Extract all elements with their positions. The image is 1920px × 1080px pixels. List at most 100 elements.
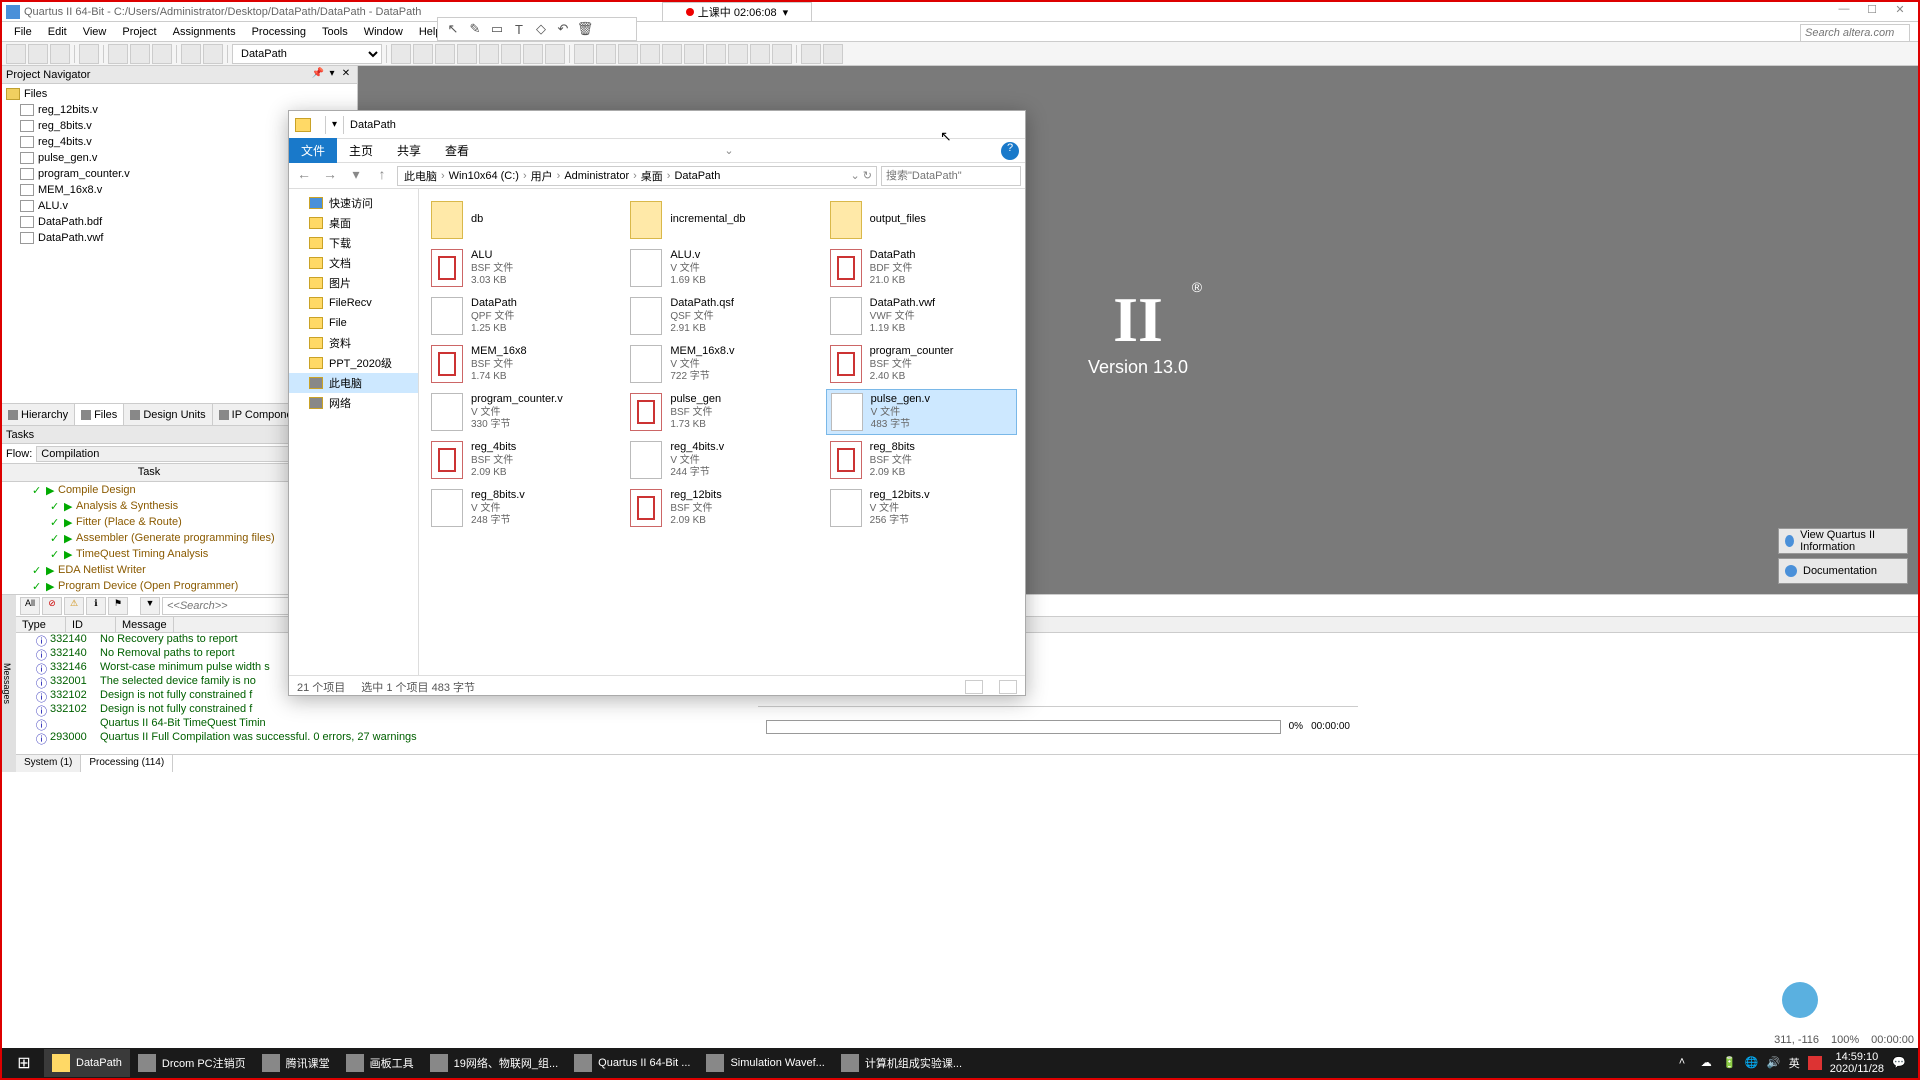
tool-q[interactable] bbox=[801, 44, 821, 64]
tool-e[interactable] bbox=[479, 44, 499, 64]
tray-up-icon[interactable]: ˄ bbox=[1679, 1056, 1693, 1070]
file-item[interactable]: MEM_16x8BSF 文件1.74 KB bbox=[427, 341, 618, 387]
sidebar-item[interactable]: 快速访问 bbox=[289, 193, 418, 213]
msg-all-button[interactable]: All bbox=[20, 597, 40, 615]
ribbon-share[interactable]: 共享 bbox=[385, 138, 433, 163]
help-button[interactable] bbox=[823, 44, 843, 64]
tree-root-files[interactable]: Files bbox=[4, 86, 355, 102]
sidebar-item[interactable]: 资料 bbox=[289, 333, 418, 353]
undo-icon[interactable]: ↶ bbox=[554, 20, 572, 38]
tool-h[interactable] bbox=[545, 44, 565, 64]
minimize-button[interactable]: — bbox=[1830, 3, 1858, 21]
taskbar-app[interactable]: Drcom PC注销页 bbox=[130, 1049, 254, 1077]
file-item[interactable]: DataPathBDF 文件21.0 KB bbox=[826, 245, 1017, 291]
sidebar-item[interactable]: 文档 bbox=[289, 253, 418, 273]
view-info-button[interactable]: View Quartus II Information bbox=[1778, 528, 1908, 554]
menu-project[interactable]: Project bbox=[114, 24, 164, 40]
file-item[interactable]: reg_4bits.vV 文件244 字节 bbox=[626, 437, 817, 483]
tool-k[interactable] bbox=[662, 44, 682, 64]
file-item[interactable]: reg_12bitsBSF 文件2.09 KB bbox=[626, 485, 817, 531]
nav-recent-button[interactable]: ▾ bbox=[345, 166, 367, 186]
file-item[interactable]: db bbox=[427, 197, 618, 243]
nav-back-button[interactable]: ← bbox=[293, 166, 315, 186]
tool-c[interactable] bbox=[435, 44, 455, 64]
nav-forward-button[interactable]: → bbox=[319, 166, 341, 186]
pointer-icon[interactable]: ↖ bbox=[444, 20, 462, 38]
msg-extra-button[interactable]: ⚑ bbox=[108, 597, 128, 615]
tray-battery-icon[interactable]: 🔋 bbox=[1723, 1056, 1737, 1070]
print-button[interactable] bbox=[79, 44, 99, 64]
entity-select[interactable]: DataPath bbox=[232, 44, 382, 64]
tool-a[interactable] bbox=[391, 44, 411, 64]
rect-icon[interactable]: ▭ bbox=[488, 20, 506, 38]
tool-g[interactable] bbox=[523, 44, 543, 64]
maximize-button[interactable]: ☐ bbox=[1858, 3, 1886, 21]
redo-button[interactable] bbox=[203, 44, 223, 64]
file-item[interactable]: pulse_gen.vV 文件483 字节 bbox=[826, 389, 1017, 435]
panel-close-icon[interactable]: ✕ bbox=[339, 68, 353, 82]
view-icons-button[interactable] bbox=[999, 680, 1017, 694]
help-icon[interactable]: ? bbox=[1001, 142, 1019, 160]
file-item[interactable]: DataPath.vwfVWF 文件1.19 KB bbox=[826, 293, 1017, 339]
search-altera-input[interactable] bbox=[1800, 24, 1910, 42]
file-item[interactable]: reg_8bits.vV 文件248 字节 bbox=[427, 485, 618, 531]
tool-d[interactable] bbox=[457, 44, 477, 64]
sidebar-item[interactable]: 桌面 bbox=[289, 213, 418, 233]
close-button[interactable]: ✕ bbox=[1886, 3, 1914, 21]
breadcrumb[interactable]: 此电脑› Win10x64 (C:)› 用户› Administrator› 桌… bbox=[397, 166, 877, 186]
taskbar-app[interactable]: Quartus II 64-Bit ... bbox=[566, 1049, 698, 1077]
menu-edit[interactable]: Edit bbox=[40, 24, 75, 40]
pencil-icon[interactable]: ✎ bbox=[466, 20, 484, 38]
compile-button[interactable] bbox=[574, 44, 594, 64]
file-item[interactable]: reg_4bitsBSF 文件2.09 KB bbox=[427, 437, 618, 483]
file-item[interactable]: program_counterBSF 文件2.40 KB bbox=[826, 341, 1017, 387]
cut-button[interactable] bbox=[108, 44, 128, 64]
ribbon-file[interactable]: 文件 bbox=[289, 138, 337, 163]
notifications-icon[interactable]: 💬 bbox=[1892, 1056, 1906, 1070]
tab-hierarchy[interactable]: Hierarchy bbox=[2, 404, 75, 425]
msg-warning-button[interactable]: ⚠ bbox=[64, 597, 84, 615]
menu-file[interactable]: File bbox=[6, 24, 40, 40]
taskbar-clock[interactable]: 14:59:10 2020/11/28 bbox=[1830, 1051, 1884, 1075]
explorer-search-input[interactable] bbox=[881, 166, 1021, 186]
menu-window[interactable]: Window bbox=[356, 24, 411, 40]
sidebar-item[interactable]: 下载 bbox=[289, 233, 418, 253]
panel-menu-icon[interactable]: ▾ bbox=[325, 68, 339, 82]
start-button[interactable]: ⊞ bbox=[6, 1049, 42, 1077]
file-item[interactable]: pulse_genBSF 文件1.73 KB bbox=[626, 389, 817, 435]
tool-i[interactable] bbox=[618, 44, 638, 64]
nav-up-button[interactable]: ↑ bbox=[371, 166, 393, 186]
text-icon[interactable]: T bbox=[510, 20, 528, 38]
taskbar-app[interactable]: 计算机组成实验课... bbox=[833, 1049, 970, 1077]
tab-design-units[interactable]: Design Units bbox=[124, 404, 212, 425]
explorer-sidebar[interactable]: 快速访问桌面下载文档图片FileRecvFile资料PPT_2020级此电脑网络 bbox=[289, 189, 419, 675]
menu-view[interactable]: View bbox=[75, 24, 115, 40]
tool-n[interactable] bbox=[728, 44, 748, 64]
tray-network-icon[interactable]: 🌐 bbox=[1745, 1056, 1759, 1070]
menu-tools[interactable]: Tools bbox=[314, 24, 356, 40]
tool-j[interactable] bbox=[640, 44, 660, 64]
tool-b[interactable] bbox=[413, 44, 433, 64]
undo-button[interactable] bbox=[181, 44, 201, 64]
view-details-button[interactable] bbox=[965, 680, 983, 694]
ribbon-expand-icon[interactable]: ⌄ bbox=[724, 144, 733, 157]
msg-error-button[interactable]: ⊘ bbox=[42, 597, 62, 615]
tool-m[interactable] bbox=[706, 44, 726, 64]
file-item[interactable]: DataPathQPF 文件1.25 KB bbox=[427, 293, 618, 339]
taskbar-app[interactable]: 画板工具 bbox=[338, 1049, 422, 1077]
explorer-title-bar[interactable]: ▾ DataPath bbox=[289, 111, 1025, 139]
ribbon-view[interactable]: 查看 bbox=[433, 138, 481, 163]
sidebar-item[interactable]: FileRecv bbox=[289, 293, 418, 313]
tray-volume-icon[interactable]: 🔊 bbox=[1767, 1056, 1781, 1070]
ime-indicator[interactable]: 英 bbox=[1789, 1055, 1800, 1071]
file-item[interactable]: ALU.vV 文件1.69 KB bbox=[626, 245, 817, 291]
open-button[interactable] bbox=[28, 44, 48, 64]
file-item[interactable]: reg_12bits.vV 文件256 字节 bbox=[826, 485, 1017, 531]
sidebar-item[interactable]: 此电脑 bbox=[289, 373, 418, 393]
tool-l[interactable] bbox=[684, 44, 704, 64]
sidebar-item[interactable]: File bbox=[289, 313, 418, 333]
tab-files[interactable]: Files bbox=[75, 404, 124, 425]
save-button[interactable] bbox=[50, 44, 70, 64]
taskbar-app[interactable]: 腾讯课堂 bbox=[254, 1049, 338, 1077]
tool-p[interactable] bbox=[772, 44, 792, 64]
